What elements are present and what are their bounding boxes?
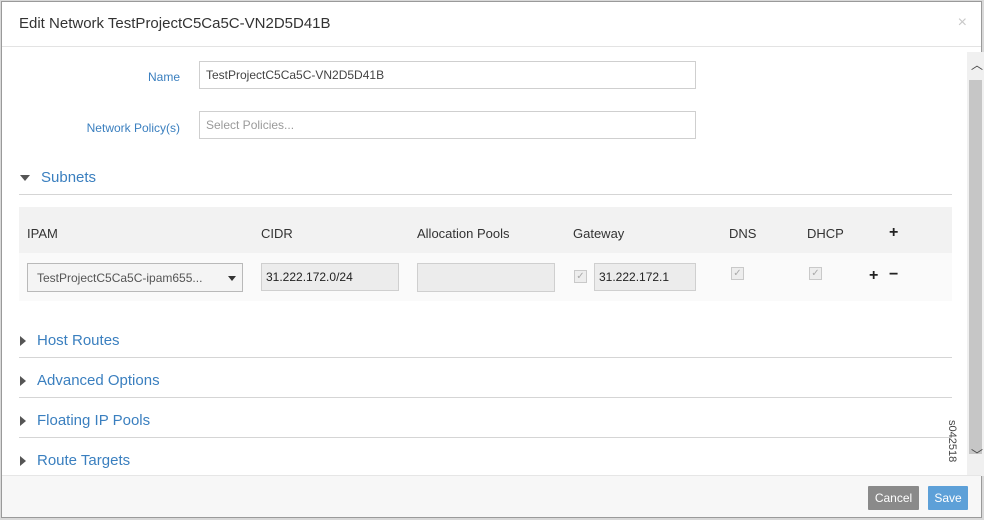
divider <box>19 437 952 438</box>
scrollbar-thumb[interactable] <box>969 80 982 454</box>
dialog-footer: Cancel Save <box>2 475 981 517</box>
column-dhcp: DHCP <box>807 226 844 241</box>
divider <box>19 357 952 358</box>
close-icon[interactable]: × <box>958 14 967 32</box>
add-row-icon[interactable]: + <box>869 267 878 285</box>
vertical-scrollbar[interactable]: ︿ ﹀ <box>967 52 984 476</box>
ipam-select-value: TestProjectC5Ca5C-ipam655... <box>37 270 203 285</box>
name-label: Name <box>147 70 180 84</box>
subnets-title: Subnets <box>41 169 97 186</box>
column-dns: DNS <box>729 226 757 241</box>
dialog-title: Edit Network TestProjectC5Ca5C-VN2D5D41B <box>19 15 331 32</box>
host-routes-section-toggle[interactable]: Host Routes <box>20 332 120 349</box>
ipam-select[interactable]: TestProjectC5Ca5C-ipam655... <box>27 263 243 292</box>
edit-network-dialog: Edit Network TestProjectC5Ca5C-VN2D5D41B… <box>1 1 984 518</box>
column-ipam: IPAM <box>27 226 58 241</box>
gateway-checkbox[interactable]: ✓ <box>574 270 587 283</box>
divider <box>19 194 952 195</box>
dns-checkbox[interactable]: ✓ <box>731 267 744 280</box>
gateway-input[interactable]: 31.222.172.1 <box>594 263 696 291</box>
figure-id: s042518 <box>946 420 958 463</box>
name-input[interactable]: TestProjectC5Ca5C-VN2D5D41B <box>199 61 696 89</box>
network-policy-label: Network Policy(s) <box>86 121 180 135</box>
cidr-input[interactable]: 31.222.172.0/24 <box>261 263 399 291</box>
caret-right-icon <box>20 415 26 426</box>
allocation-pools-input[interactable] <box>417 263 555 292</box>
dhcp-checkbox[interactable]: ✓ <box>809 267 822 280</box>
column-cidr: CIDR <box>261 226 293 241</box>
caret-right-icon <box>20 455 26 466</box>
route-targets-title: Route Targets <box>37 452 131 469</box>
cancel-button[interactable]: Cancel <box>868 486 919 510</box>
add-subnet-icon[interactable]: + <box>889 224 898 242</box>
remove-row-icon[interactable]: − <box>889 266 898 284</box>
floating-ip-pools-title: Floating IP Pools <box>37 412 151 429</box>
save-button[interactable]: Save <box>928 486 968 510</box>
column-gateway: Gateway <box>573 226 625 241</box>
route-targets-section-toggle[interactable]: Route Targets <box>20 452 130 469</box>
host-routes-title: Host Routes <box>37 332 120 349</box>
advanced-options-section-toggle[interactable]: Advanced Options <box>20 372 160 389</box>
network-policy-select[interactable]: Select Policies... <box>199 111 696 139</box>
chevron-up-icon[interactable]: ︿ <box>971 59 983 71</box>
dialog-header: Edit Network TestProjectC5Ca5C-VN2D5D41B… <box>2 2 981 47</box>
advanced-options-title: Advanced Options <box>37 372 160 389</box>
column-allocation-pools: Allocation Pools <box>417 226 510 241</box>
chevron-down-icon[interactable]: ﹀ <box>971 449 983 461</box>
caret-right-icon <box>20 375 26 386</box>
divider <box>19 397 952 398</box>
floating-ip-pools-section-toggle[interactable]: Floating IP Pools <box>20 412 150 429</box>
caret-down-icon <box>228 276 236 281</box>
caret-right-icon <box>20 335 26 346</box>
subnets-section-toggle[interactable]: Subnets <box>20 169 96 186</box>
caret-down-icon <box>20 174 30 181</box>
